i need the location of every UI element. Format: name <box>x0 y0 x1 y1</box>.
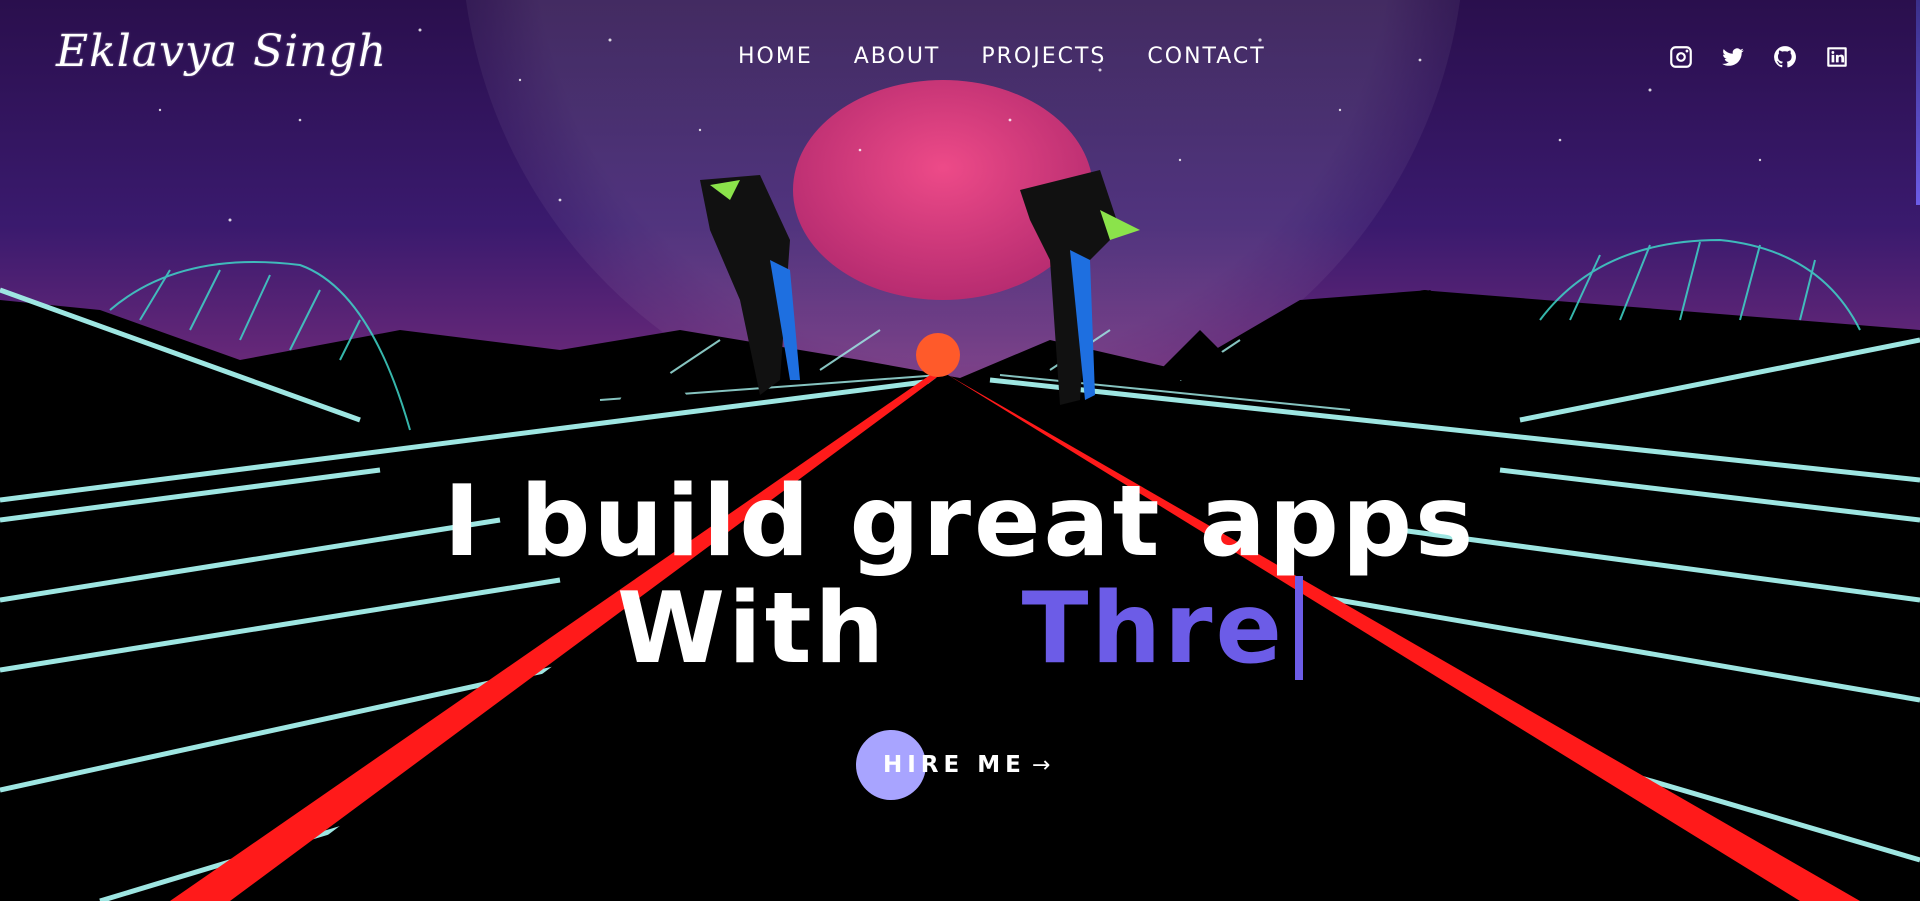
instagram-link[interactable] <box>1668 44 1694 70</box>
site-logo[interactable]: Eklavya Singh <box>56 26 387 77</box>
hero-subheadline: With Thre <box>0 572 1920 686</box>
arrow-right-icon: → <box>1031 752 1051 778</box>
nav-about[interactable]: ABOUT <box>854 44 941 69</box>
linkedin-icon <box>1827 47 1847 67</box>
twitter-link[interactable] <box>1720 44 1746 70</box>
hire-me-button[interactable]: HIRE ME → <box>856 730 1050 800</box>
nav-home[interactable]: HOME <box>738 44 813 69</box>
nav-projects[interactable]: PROJECTS <box>981 44 1106 69</box>
github-link[interactable] <box>1772 44 1798 70</box>
social-links <box>1668 44 1850 70</box>
hero-headline: I build great apps <box>443 465 1477 579</box>
hero-prefix: With <box>617 572 888 686</box>
typing-cursor <box>1294 576 1303 680</box>
linkedin-link[interactable] <box>1824 44 1850 70</box>
typed-text: Thre <box>1021 572 1285 686</box>
main-nav: HOME ABOUT PROJECTS CONTACT <box>738 44 1307 69</box>
hire-me-label: HIRE ME <box>883 752 1026 778</box>
twitter-icon <box>1722 48 1744 66</box>
nav-contact[interactable]: CONTACT <box>1147 44 1265 69</box>
instagram-icon <box>1670 46 1692 68</box>
github-icon <box>1774 46 1796 68</box>
scroll-indicator[interactable] <box>1916 0 1920 205</box>
